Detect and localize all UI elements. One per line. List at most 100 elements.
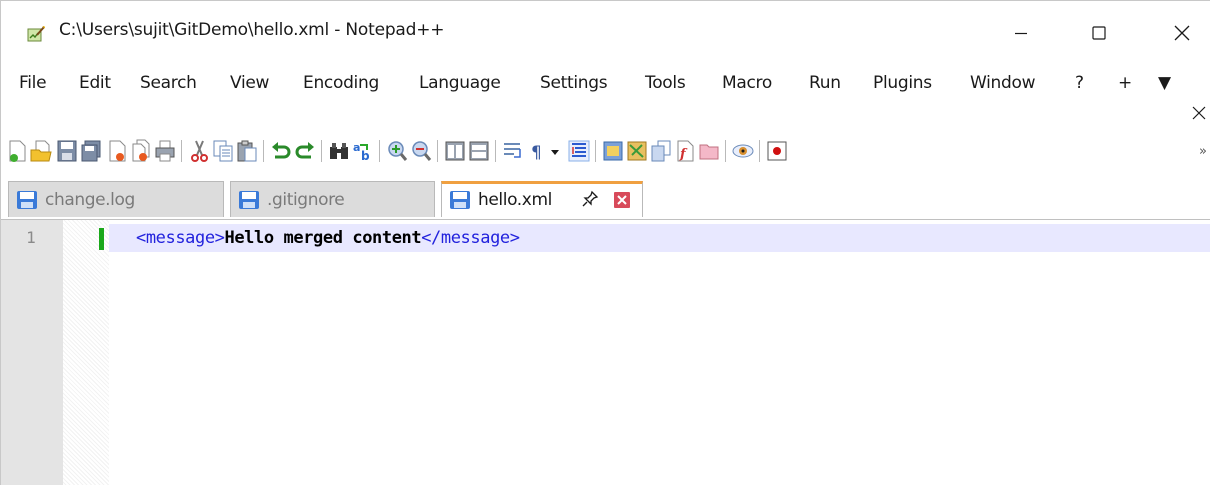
close-icon — [1174, 25, 1190, 41]
sync-horizontal-icon — [469, 141, 489, 161]
menu-macro[interactable]: Macro — [722, 73, 772, 93]
menu-add[interactable]: + — [1118, 73, 1132, 93]
monitoring-button[interactable] — [731, 138, 755, 164]
menu-window[interactable]: Window — [970, 73, 1036, 93]
menu-edit[interactable]: Edit — [79, 73, 111, 93]
menu-search[interactable]: Search — [140, 73, 197, 93]
tab-close-icon[interactable] — [613, 191, 631, 209]
sync-horizontal-button[interactable] — [467, 138, 491, 164]
save-all-icon — [81, 140, 101, 162]
tab-change-log[interactable]: change.log — [8, 181, 224, 217]
toolbar: ab ¶ f » — [1, 133, 1210, 177]
code-line[interactable]: <message>Hello merged content</message> — [136, 228, 520, 248]
dropdown-icon — [551, 150, 559, 155]
sync-vertical-button[interactable] — [443, 138, 467, 164]
folder-as-workspace-button[interactable] — [697, 138, 721, 164]
svg-text:a: a — [353, 141, 360, 154]
print-icon — [155, 140, 175, 162]
record-macro-icon — [767, 141, 787, 161]
close-window-button[interactable] — [1159, 15, 1205, 51]
udl-icon — [603, 141, 623, 161]
show-all-characters-icon: ¶ — [531, 143, 542, 163]
minimize-button[interactable] — [998, 15, 1044, 51]
new-file-button[interactable] — [5, 138, 29, 164]
menu-settings[interactable]: Settings — [540, 73, 608, 93]
menu-tools[interactable]: Tools — [645, 73, 686, 93]
toolbar-separator — [437, 140, 438, 162]
menu-run[interactable]: Run — [809, 73, 841, 93]
saved-file-icon — [239, 191, 259, 209]
maximize-button[interactable] — [1076, 15, 1122, 51]
undo-button[interactable] — [269, 138, 293, 164]
line-number-margin — [1, 220, 63, 485]
indent-guide-icon — [568, 140, 590, 162]
close-all-button[interactable] — [129, 138, 153, 164]
menu-bar: File Edit Search View Encoding Language … — [1, 63, 1210, 101]
notepadpp-app-icon — [27, 26, 45, 42]
tab-label: .gitignore — [267, 190, 345, 210]
notepadpp-window: C:\Users\sujit\GitDemo\hello.xml - Notep… — [0, 0, 1210, 485]
maximize-icon — [1092, 26, 1106, 40]
show-all-characters-button[interactable]: ¶ — [525, 138, 549, 164]
zoom-in-icon — [388, 141, 408, 161]
menu-dropdown[interactable]: ▼ — [1158, 73, 1171, 93]
editor-area[interactable]: 1 <message>Hello merged content</message… — [1, 219, 1210, 485]
tab-gitignore[interactable]: .gitignore — [230, 181, 435, 217]
menu-help[interactable]: ? — [1075, 73, 1084, 93]
toolbar-separator — [181, 140, 182, 162]
indent-guide-button[interactable] — [567, 138, 591, 164]
replace-button[interactable]: ab — [351, 138, 375, 164]
tab-hello-xml[interactable]: hello.xml — [441, 181, 643, 217]
xml-open-tag: <message> — [136, 228, 225, 248]
menu-language[interactable]: Language — [419, 73, 501, 93]
close-document-icon[interactable] — [1191, 105, 1207, 121]
print-button[interactable] — [153, 138, 177, 164]
find-icon — [330, 143, 348, 159]
show-symbol-dropdown[interactable] — [547, 138, 563, 164]
close-all-icon — [132, 139, 150, 162]
open-file-button[interactable] — [29, 138, 53, 164]
document-list-button[interactable] — [649, 138, 673, 164]
function-list-button[interactable]: f — [673, 138, 697, 164]
paste-icon — [237, 140, 257, 162]
pin-icon[interactable] — [581, 190, 599, 208]
saved-file-icon — [17, 191, 37, 209]
window-title: C:\Users\sujit\GitDemo\hello.xml - Notep… — [59, 20, 445, 40]
copy-button[interactable] — [211, 138, 235, 164]
menu-plugins[interactable]: Plugins — [873, 73, 932, 93]
svg-text:¶: ¶ — [531, 143, 542, 163]
toolbar-separator — [321, 140, 322, 162]
word-wrap-button[interactable] — [501, 138, 525, 164]
menu-file[interactable]: File — [19, 73, 47, 93]
xml-text-content: Hello merged content — [224, 228, 422, 248]
change-history-marker — [99, 228, 104, 250]
open-file-icon — [30, 140, 52, 162]
zoom-in-button[interactable] — [385, 138, 409, 164]
toolbar-separator — [595, 140, 596, 162]
menu-encoding[interactable]: Encoding — [303, 73, 379, 93]
save-button[interactable] — [55, 138, 79, 164]
save-all-button[interactable] — [79, 138, 103, 164]
toolbar-separator — [725, 140, 726, 162]
close-file-button[interactable] — [105, 138, 129, 164]
close-file-icon — [109, 140, 126, 162]
toolbar-overflow-button[interactable]: » — [1197, 138, 1209, 164]
toolbar-separator — [495, 140, 496, 162]
toolbar-separator — [263, 140, 264, 162]
user-defined-language-button[interactable] — [601, 138, 625, 164]
zoom-out-icon — [412, 141, 432, 161]
document-map-button[interactable] — [625, 138, 649, 164]
sync-vertical-icon — [445, 141, 465, 161]
line-number: 1 — [26, 228, 36, 247]
paste-button[interactable] — [235, 138, 259, 164]
find-button[interactable] — [327, 138, 351, 164]
title-bar: C:\Users\sujit\GitDemo\hello.xml - Notep… — [1, 1, 1210, 63]
menu-view[interactable]: View — [230, 73, 269, 93]
folder-workspace-icon — [699, 144, 719, 160]
toolbar-separator — [379, 140, 380, 162]
redo-button[interactable] — [293, 138, 317, 164]
record-macro-button[interactable] — [765, 138, 789, 164]
cut-button[interactable] — [187, 138, 211, 164]
minimize-icon — [1015, 32, 1027, 35]
zoom-out-button[interactable] — [409, 138, 433, 164]
